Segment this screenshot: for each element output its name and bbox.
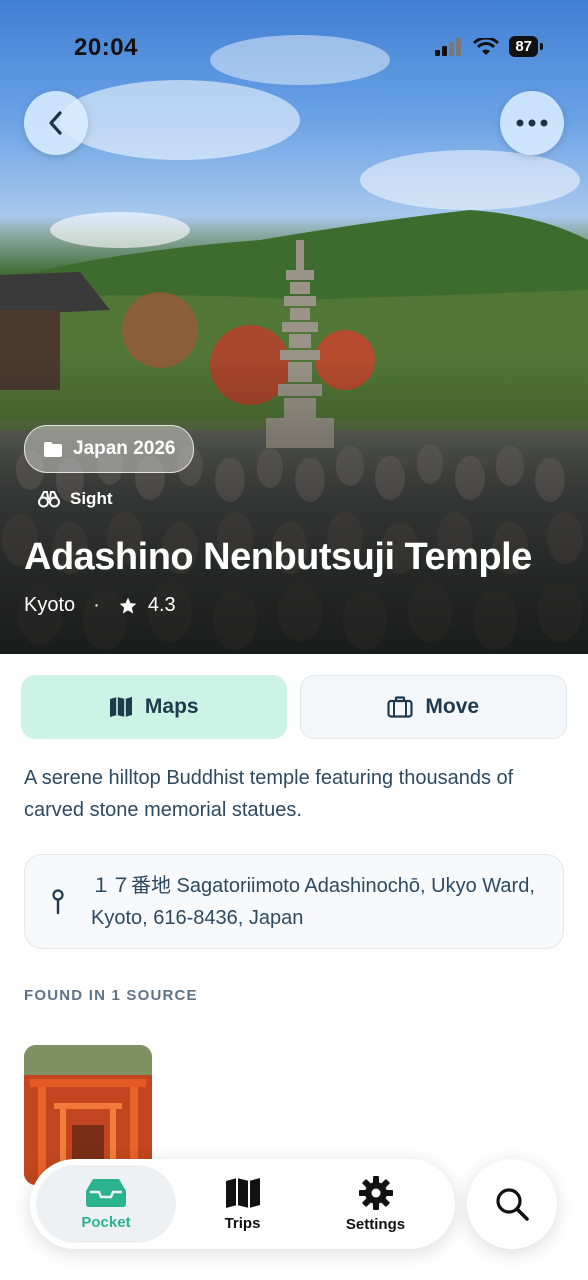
back-button[interactable] — [24, 91, 88, 155]
place-title: Adashino Nenbutsuji Temple — [24, 536, 532, 578]
search-icon — [496, 1188, 529, 1221]
tab-settings-label: Settings — [345, 1215, 406, 1233]
star-icon — [119, 597, 137, 613]
place-meta: Kyoto · 4.3 — [24, 594, 176, 617]
meta-separator: · — [93, 594, 100, 616]
wifi-icon — [473, 37, 500, 55]
folder-icon — [44, 441, 62, 457]
rating-value: 4.3 — [147, 594, 176, 616]
ellipsis-icon — [516, 119, 548, 127]
tab-pocket-label: Pocket — [81, 1213, 131, 1231]
tab-pocket[interactable]: Pocket — [36, 1165, 176, 1243]
tab-settings[interactable]: Settings — [309, 1165, 442, 1243]
gear-icon — [358, 1175, 393, 1210]
collection-chip-label: Japan 2026 — [73, 438, 176, 459]
location-pin-icon — [52, 888, 64, 914]
maps-button[interactable]: Maps — [21, 675, 287, 739]
map-icon — [225, 1177, 260, 1208]
briefcase-icon — [387, 696, 414, 718]
status-time: 20:04 — [74, 34, 138, 61]
search-button[interactable] — [467, 1159, 557, 1249]
more-options-button[interactable] — [500, 91, 564, 155]
maps-button-label: Maps — [144, 695, 199, 718]
tab-trips[interactable]: Trips — [176, 1165, 309, 1243]
move-button[interactable]: Move — [299, 675, 567, 739]
battery-indicator: 87 — [509, 36, 543, 57]
category-tag: Sight — [38, 489, 113, 509]
status-icons: 87 — [435, 36, 543, 57]
city-label: Kyoto — [24, 594, 76, 616]
inbox-tray-icon — [86, 1178, 126, 1207]
pin-icon-wrap — [25, 888, 91, 915]
binoculars-icon — [38, 491, 60, 508]
address-card[interactable]: １７番地 Sagatoriimoto Adashinochō, Ukyo War… — [24, 854, 564, 949]
collection-chip[interactable]: Japan 2026 — [24, 425, 195, 473]
cellular-signal-icon — [435, 37, 462, 56]
sources-heading: FOUND IN 1 SOURCE — [24, 987, 198, 1004]
action-buttons: Maps Move — [21, 675, 567, 739]
address-text: １７番地 Sagatoriimoto Adashinochō, Ukyo War… — [91, 874, 535, 929]
place-description: A serene hilltop Buddhist temple featuri… — [24, 767, 514, 821]
chevron-left-icon — [49, 111, 62, 135]
move-button-label: Move — [425, 695, 480, 718]
bottom-tab-bar: Pocket Trips Settings — [30, 1159, 455, 1249]
category-label: Sight — [70, 489, 113, 508]
map-icon — [109, 697, 132, 717]
tab-trips-label: Trips — [224, 1214, 261, 1232]
